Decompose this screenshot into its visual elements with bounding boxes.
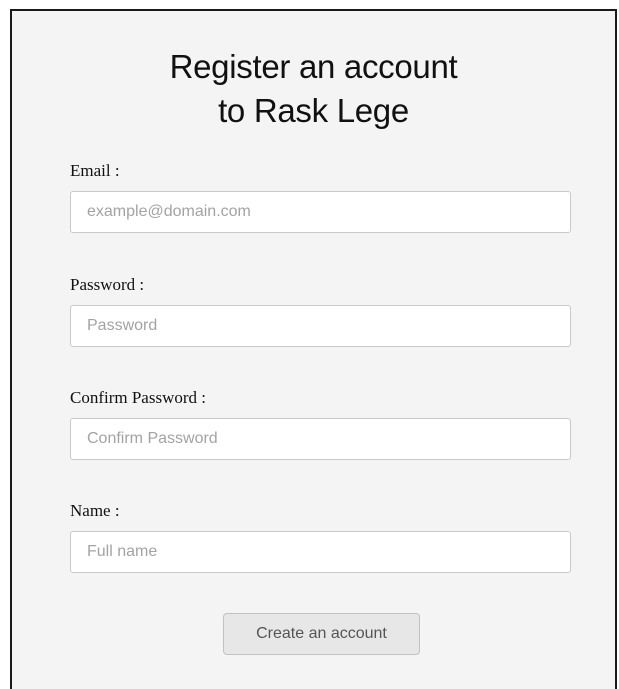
email-field[interactable] [70, 191, 571, 233]
password-field[interactable] [70, 305, 571, 347]
name-label: Name : [70, 501, 120, 520]
title-line-1: Register an account [169, 48, 458, 85]
password-label: Password : [70, 275, 145, 294]
name-field[interactable] [70, 531, 571, 573]
title-line-2: to Rask Lege [218, 92, 409, 129]
confirm-password-field[interactable] [70, 418, 571, 460]
page-title: Register an account to Rask Lege [12, 45, 615, 133]
confirm-password-label: Confirm Password : [70, 388, 206, 407]
register-form-panel: Register an account to Rask Lege Email :… [10, 9, 617, 689]
create-account-button[interactable]: Create an account [223, 613, 420, 655]
email-label: Email : [70, 161, 120, 180]
